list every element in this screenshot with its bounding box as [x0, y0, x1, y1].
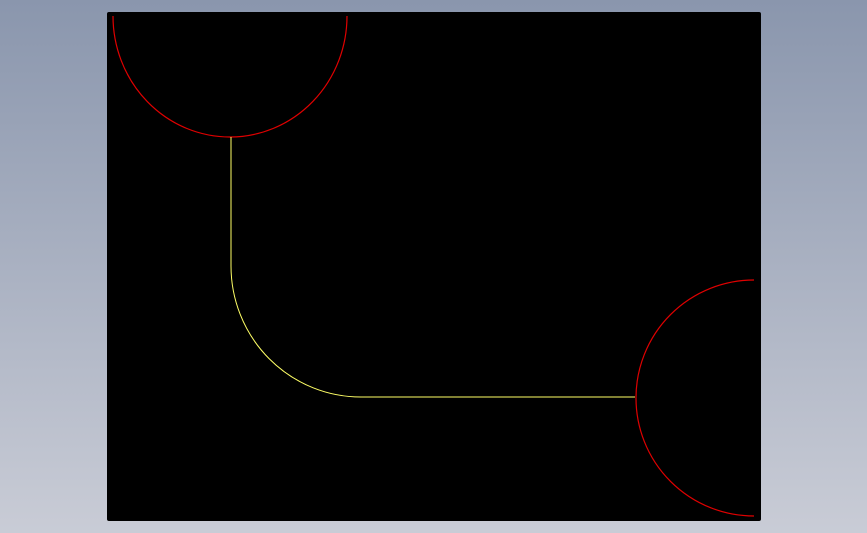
drawing-svg[interactable]	[107, 12, 761, 521]
drawing-canvas[interactable]	[107, 12, 761, 521]
cad-viewport[interactable]	[0, 0, 867, 533]
canvas-background	[107, 12, 761, 521]
